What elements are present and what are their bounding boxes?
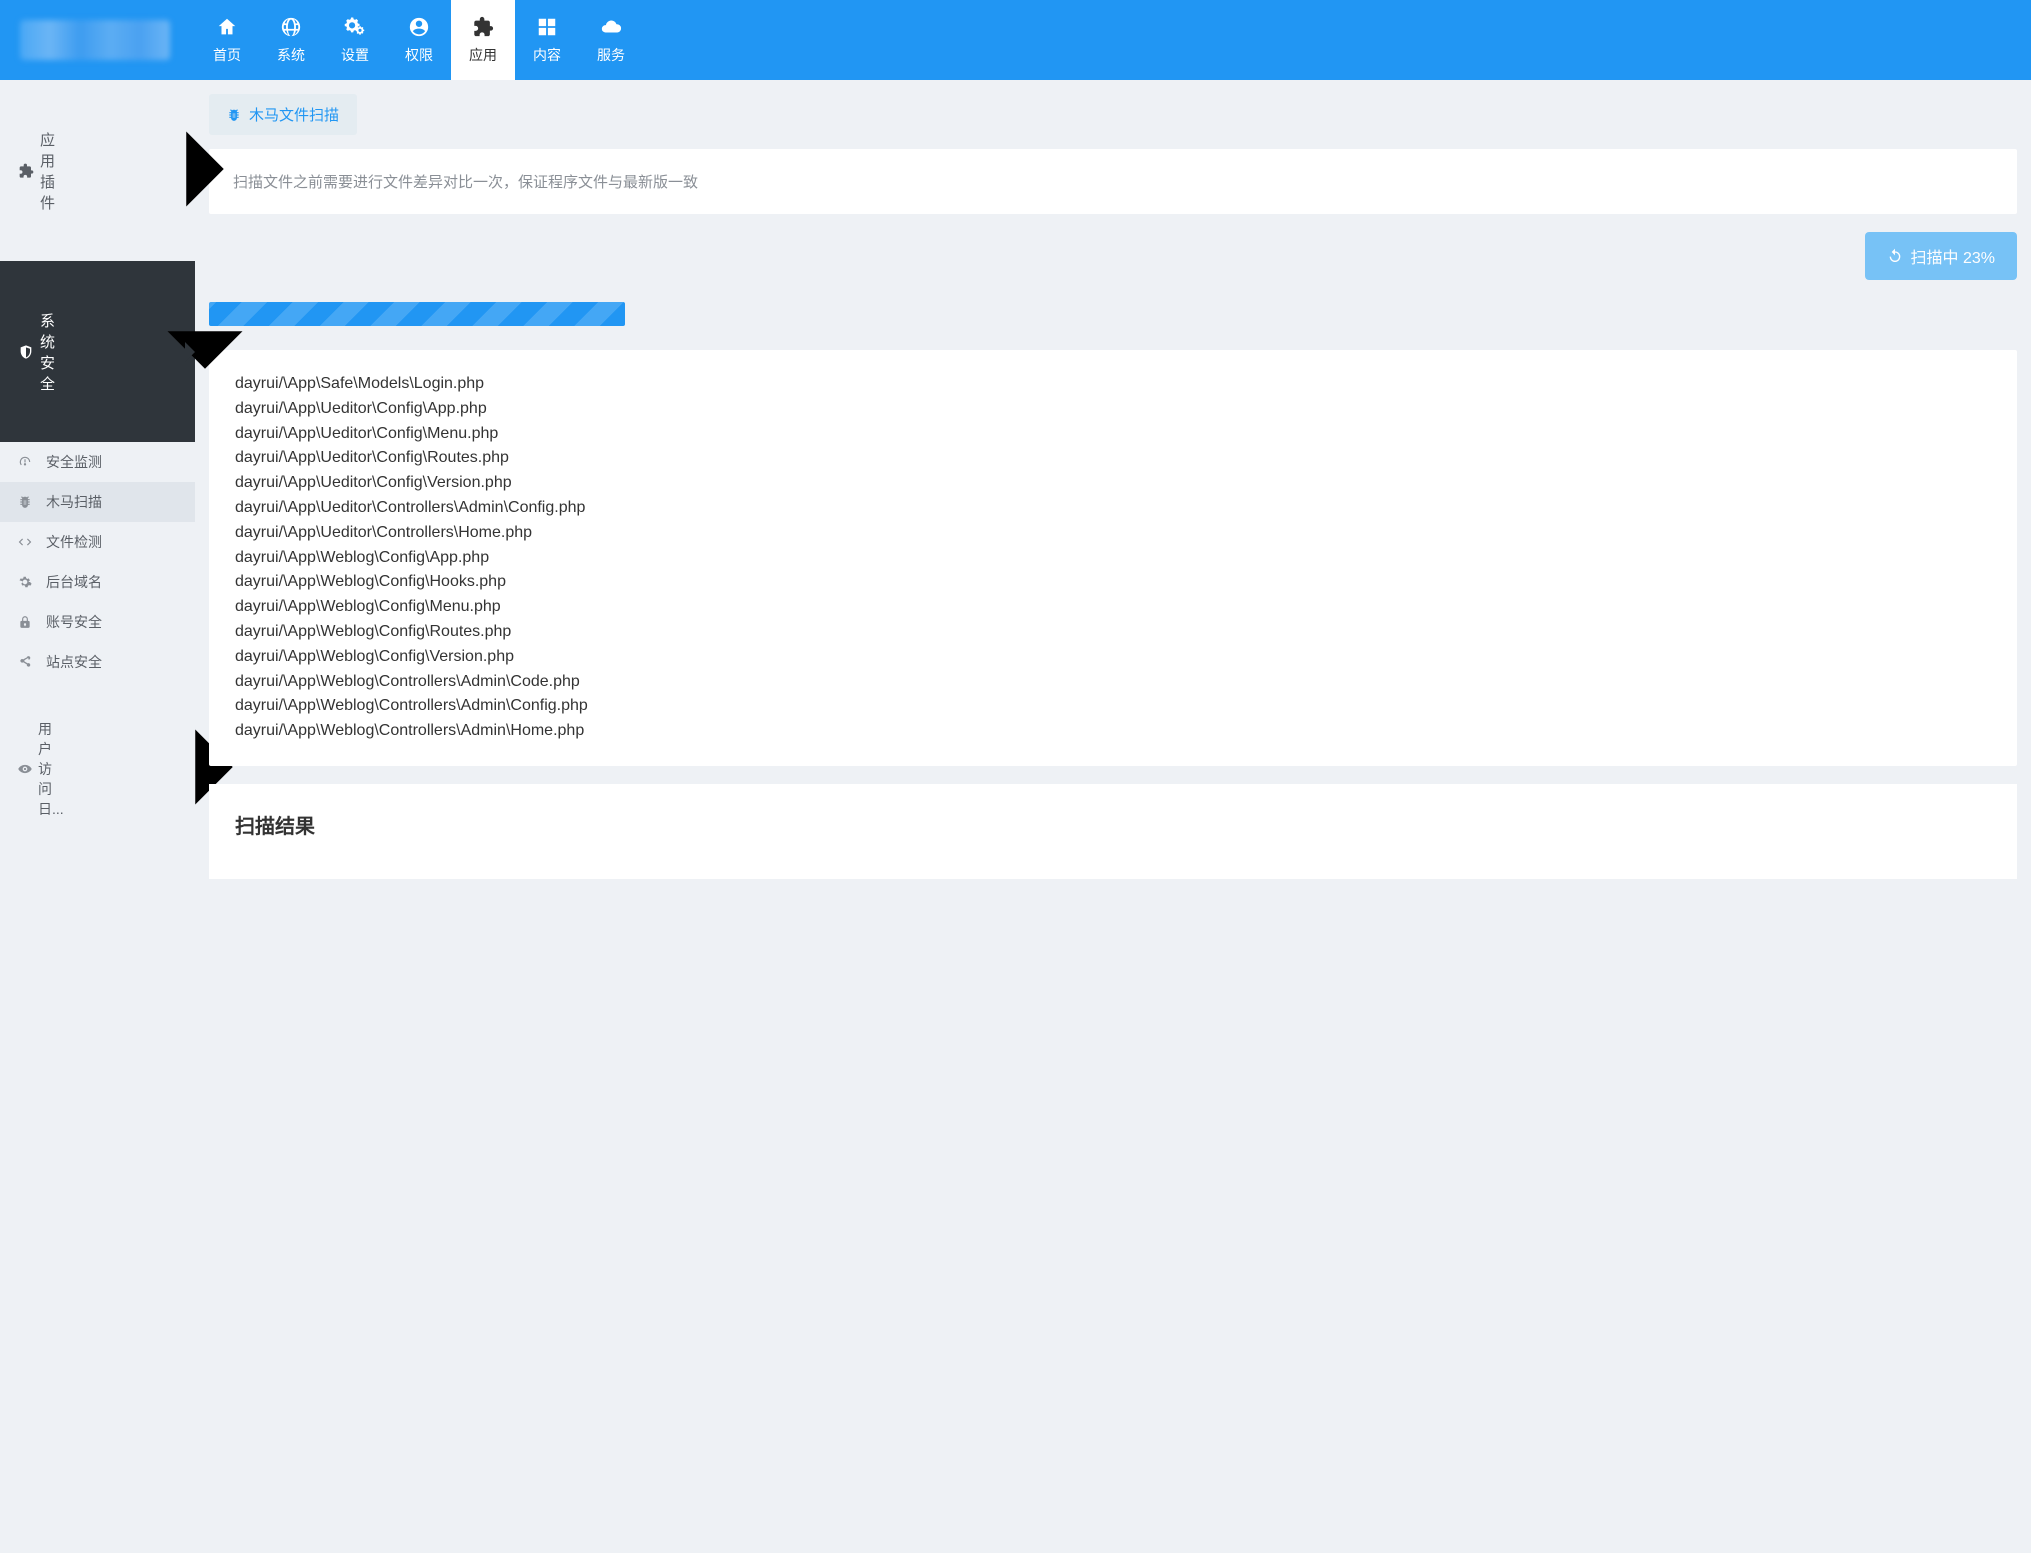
file-line: dayrui/\App\Ueditor\Config\App.php: [235, 397, 1991, 422]
topnav-label: 应用: [469, 45, 497, 65]
topnav-item-grid[interactable]: 内容: [515, 0, 579, 80]
sidebar-sub-label: 木马扫描: [40, 492, 177, 512]
sidebar-group-label: 系统安全: [34, 310, 55, 394]
gear-icon: [18, 575, 40, 589]
sidebar-sub-label: 安全监测: [40, 452, 177, 472]
file-line: dayrui/\App\Weblog\Config\Routes.php: [235, 620, 1991, 645]
user-circle-icon: [407, 15, 431, 39]
file-line: dayrui/\App\Weblog\Config\Menu.php: [235, 595, 1991, 620]
file-line: dayrui/\App\Ueditor\Config\Menu.php: [235, 422, 1991, 447]
lock-icon: [18, 615, 40, 629]
sidebar-group-1[interactable]: 系统安全: [0, 261, 195, 442]
file-line: dayrui/\App\Weblog\Config\App.php: [235, 546, 1991, 571]
topnav-label: 权限: [405, 45, 433, 65]
file-line: dayrui/\App\Weblog\Controllers\Admin\Con…: [235, 694, 1991, 719]
scan-button-label: 扫描中 23%: [1911, 244, 1995, 268]
progress-bar: [209, 302, 2017, 326]
puzzle-icon: [18, 163, 34, 179]
chevron-down-icon: [55, 275, 355, 428]
sidebar: 应用插件系统安全安全监测木马扫描文件检测后台域名账号安全站点安全用户访问日...: [0, 80, 195, 1553]
topbar: 首页 系统 设置 权限 应用 内容 服务: [0, 0, 2031, 80]
gears-icon: [343, 15, 367, 39]
topnav-item-gears[interactable]: 设置: [323, 0, 387, 80]
sidebar-sub-3[interactable]: 后台域名: [0, 562, 195, 602]
sidebar-sub-label: 站点安全: [40, 652, 177, 672]
brand-logo[interactable]: [0, 0, 195, 80]
top-nav: 首页 系统 设置 权限 应用 内容 服务: [195, 0, 643, 80]
sidebar-sub-label: 账号安全: [40, 612, 177, 632]
sidebar-group-label: 应用插件: [34, 129, 55, 213]
file-line: dayrui/\App\Weblog\Config\Hooks.php: [235, 570, 1991, 595]
chevron-right-icon: [55, 94, 355, 247]
topnav-item-user-circle[interactable]: 权限: [387, 0, 451, 80]
info-panel: 扫描文件之前需要进行文件差异对比一次，保证程序文件与最新版一致: [209, 149, 2017, 214]
sidebar-sub-label: 用户访问日...: [32, 719, 64, 819]
file-line: dayrui/\App\Ueditor\Config\Routes.php: [235, 446, 1991, 471]
file-list-panel: dayrui/\App\Safe\Models\Login.phpdayrui/…: [209, 350, 2017, 766]
topnav-label: 首页: [213, 45, 241, 65]
file-line: dayrui/\App\Ueditor\Controllers\Admin\Co…: [235, 496, 1991, 521]
sidebar-sub-label: 文件检测: [40, 532, 177, 552]
sidebar-sub-4[interactable]: 账号安全: [0, 602, 195, 642]
info-text: 扫描文件之前需要进行文件差异对比一次，保证程序文件与最新版一致: [209, 149, 2017, 214]
grid-icon: [535, 15, 559, 39]
main-content: 木马文件扫描 扫描文件之前需要进行文件差异对比一次，保证程序文件与最新版一致 扫…: [195, 80, 2031, 1553]
sidebar-sub-0[interactable]: 安全监测: [0, 442, 195, 482]
file-line: dayrui/\App\Ueditor\Controllers\Home.php: [235, 521, 1991, 546]
dashboard-icon: [18, 455, 40, 469]
result-panel: 扫描结果: [209, 784, 2017, 879]
bug-icon: [18, 495, 40, 509]
puzzle-icon: [471, 15, 495, 39]
shield-icon: [18, 344, 34, 360]
file-line: dayrui/\App\Ueditor\Config\Version.php: [235, 471, 1991, 496]
file-line: dayrui/\App\Weblog\Controllers\Admin\Cod…: [235, 670, 1991, 695]
home-icon: [215, 15, 239, 39]
code-icon: [18, 535, 40, 549]
file-line: dayrui/\App\Weblog\Controllers\Admin\Hom…: [235, 719, 1991, 744]
sidebar-sub-1[interactable]: 木马扫描: [0, 482, 195, 522]
result-title: 扫描结果: [235, 810, 1991, 839]
eye-icon: [18, 762, 32, 776]
sidebar-group-0[interactable]: 应用插件: [0, 80, 195, 261]
globe-icon: [279, 15, 303, 39]
scan-action-row: 扫描中 23%: [209, 232, 2017, 280]
topnav-item-globe[interactable]: 系统: [259, 0, 323, 80]
topnav-item-cloud[interactable]: 服务: [579, 0, 643, 80]
topnav-label: 设置: [341, 45, 369, 65]
cloud-icon: [599, 15, 623, 39]
share-icon: [18, 655, 40, 669]
refresh-icon: [1887, 248, 1903, 264]
topnav-label: 系统: [277, 45, 305, 65]
file-list: dayrui/\App\Safe\Models\Login.phpdayrui/…: [209, 350, 2017, 766]
file-line: dayrui/\App\Weblog\Config\Version.php: [235, 645, 1991, 670]
topnav-label: 内容: [533, 45, 561, 65]
file-line: dayrui/\App\Safe\Models\Login.php: [235, 372, 1991, 397]
sidebar-sub-label: 后台域名: [40, 572, 177, 592]
sidebar-sub-2[interactable]: 文件检测: [0, 522, 195, 562]
sidebar-sub-6[interactable]: 用户访问日...: [0, 682, 195, 855]
sidebar-sub-5[interactable]: 站点安全: [0, 642, 195, 682]
brand-logo-image: [20, 20, 170, 60]
topnav-item-puzzle[interactable]: 应用: [451, 0, 515, 80]
topnav-item-home[interactable]: 首页: [195, 0, 259, 80]
topnav-label: 服务: [597, 45, 625, 65]
scan-button[interactable]: 扫描中 23%: [1865, 232, 2017, 280]
